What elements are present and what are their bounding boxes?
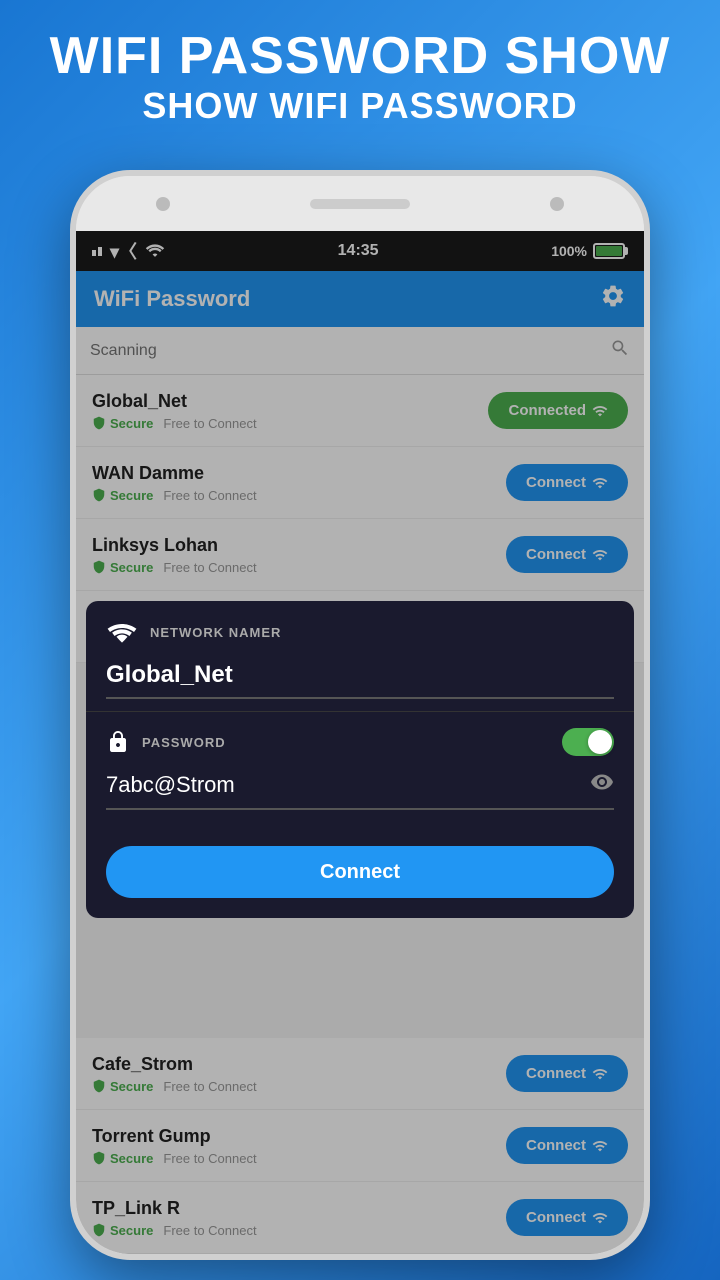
modal-password-left: PASSWORD <box>106 728 226 756</box>
modal-network-section: NETWORK NAMER Global_Net <box>86 601 634 711</box>
phone-camera-right <box>550 197 564 211</box>
toggle-knob <box>588 730 612 754</box>
phone-frame: ▾〈 14:35 100% WiFi Password <box>70 170 650 1260</box>
modal-password-label: PASSWORD <box>142 735 226 750</box>
eye-icon[interactable] <box>590 770 614 800</box>
modal-password-header: PASSWORD <box>106 728 614 756</box>
modal-network-name: Global_Net <box>106 661 614 699</box>
modal-dialog: NETWORK NAMER Global_Net PASSWORD <box>86 601 634 918</box>
app-title-2: SHOW WIFI PASSWORD <box>20 85 700 127</box>
modal-password-value: 7abc@Strom <box>106 772 590 798</box>
phone-screen: ▾〈 14:35 100% WiFi Password <box>76 231 644 1254</box>
modal-network-header: NETWORK NAMER <box>106 619 614 645</box>
modal-network-label: NETWORK NAMER <box>150 625 281 640</box>
modal-lock-icon <box>106 728 130 756</box>
modal-wifi-icon <box>106 619 138 645</box>
phone-camera-left <box>156 197 170 211</box>
password-toggle[interactable] <box>562 728 614 756</box>
modal-password-section: PASSWORD 7abc@Strom <box>86 712 634 826</box>
modal-connect-button[interactable]: Connect <box>106 846 614 898</box>
modal-password-field: 7abc@Strom <box>106 770 614 810</box>
phone-top <box>76 176 644 231</box>
phone-speaker <box>310 199 410 209</box>
app-title-1: WIFI PASSWORD SHOW <box>20 28 700 85</box>
